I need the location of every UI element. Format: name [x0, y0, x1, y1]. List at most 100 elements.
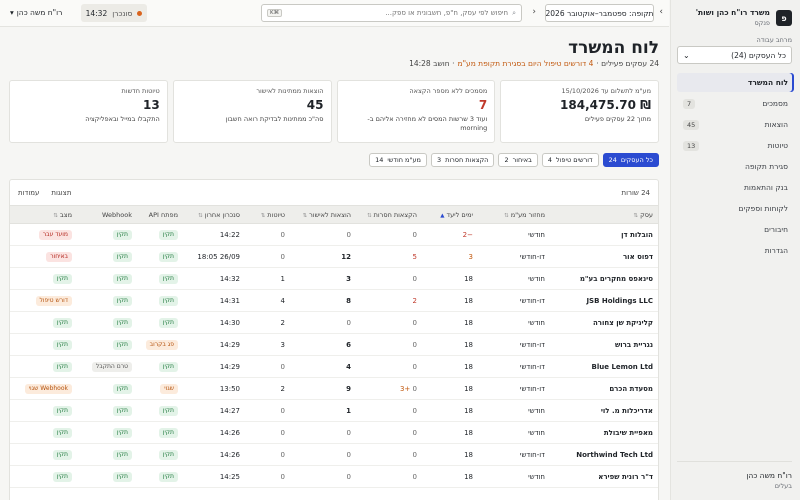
columns-button[interactable]: עמודות	[18, 189, 39, 197]
column-header-api-key[interactable]: מפתח API	[137, 205, 183, 224]
cell-business[interactable]: נגריית ברוש	[550, 333, 658, 356]
cell-status: תקין	[10, 465, 77, 488]
chip-label: מע"מ חודשי	[387, 156, 421, 164]
cell-webhook: תקין	[77, 333, 137, 356]
sidebar-item-period-close[interactable]: סגירת תקופה	[677, 157, 794, 176]
kpi-card-vat[interactable]: מע"מ לתשלום עד 15/10/2026 ₪ 184,475.70 מ…	[500, 80, 659, 143]
status-badge: Webhook שגוי	[24, 383, 72, 394]
cell-business[interactable]: סינאפס מחקרים בע"מ	[550, 267, 658, 290]
cell-business[interactable]: אדריכלות מ. לוי	[550, 399, 658, 422]
table-row[interactable]: Northwind Tech Ltd דו-חודשי 18 0 0 0 14:…	[10, 443, 658, 466]
chevron-right-icon[interactable]: ›	[659, 7, 663, 17]
status-badge: מועד עבר	[38, 229, 72, 240]
status-badge: תקין	[158, 273, 178, 284]
column-header-business[interactable]: עסק ⇅	[550, 205, 658, 224]
sidebar-item-connections[interactable]: חיבורים	[677, 220, 794, 239]
cell-missing-allocations: 5	[356, 245, 422, 268]
cell-expenses-pending: 4	[290, 355, 356, 378]
chip-count: 14	[375, 156, 384, 164]
cell-drafts: 0	[245, 223, 290, 246]
cell-missing-allocations: 2	[356, 289, 422, 312]
table-row[interactable]: ד"ר רונית שפירא חודשי 18 0 0 0 14:25 תקי…	[10, 465, 658, 488]
status-badge: תקין	[112, 405, 132, 416]
cell-business[interactable]: קליניקת שן צחורה	[550, 311, 658, 334]
table-row[interactable]: דפוס אור דו-חודשי 3 5 12 0 26/09 18:05 ת…	[10, 245, 658, 268]
column-header-status[interactable]: מצב ⇅	[10, 205, 77, 224]
cell-business[interactable]: JSB Holdings LLC	[550, 289, 658, 312]
cell-api-key: תקין	[137, 223, 183, 246]
column-header-missing-allocations[interactable]: הקצאות חסרות ⇅	[356, 205, 422, 224]
table-row[interactable]: סינאפס מחקרים בע"מ חודשי 18 0 3 1 14:32 …	[10, 267, 658, 290]
sidebar-item-drafts[interactable]: טיוטות 13	[677, 136, 794, 155]
user-profile[interactable]: רו"ח משה כהן בעלים	[677, 461, 792, 492]
column-header-expenses-pending[interactable]: הוצאות לאישור ⇅	[290, 205, 356, 224]
status-badge: תקין	[112, 449, 132, 460]
account-menu[interactable]: רו"ח משה כהן ▾	[10, 8, 62, 17]
table-header-row: עסק ⇅ מחזור מע"מ ⇅ ימים ליעד ▲ הקצאות חס…	[10, 205, 658, 224]
cell-business[interactable]: Blue Lemon Ltd	[550, 355, 658, 378]
kpi-card-missing-allocation[interactable]: מסמכים ללא מספר הקצאה 7 ועוד 3 שרשות המס…	[336, 80, 496, 143]
cell-days-to-due: 18	[422, 465, 478, 488]
sidebar-item-bank[interactable]: בנק והתאמות	[677, 178, 794, 197]
kpi-card-pending-expenses[interactable]: הוצאות ממתינות לאישור 45 סה"כ ממתינות לב…	[172, 80, 332, 143]
cell-status: Webhook שגוי	[10, 377, 77, 400]
kpi-value: 7	[478, 98, 488, 112]
search-input[interactable]	[286, 9, 509, 17]
chevron-down-icon: ▾	[10, 8, 14, 17]
sidebar-item-settings[interactable]: הגדרות	[677, 241, 794, 260]
cell-business[interactable]: מאפיית שיבולת	[550, 421, 658, 444]
column-header-webhook[interactable]: Webhook	[77, 205, 137, 224]
chevron-left-icon[interactable]: ‹	[532, 7, 536, 17]
period-selector[interactable]: תקופה: ספטמבר–אוקטובר 2026	[545, 4, 654, 22]
table-row[interactable]: קליניקת שן צחורה חודשי 18 0 0 2 14:30 תק…	[10, 311, 658, 334]
cell-business[interactable]: Northwind Tech Ltd	[550, 443, 658, 466]
cell-vat-cycle: דו-חודשי	[478, 377, 550, 400]
filter-chip-all[interactable]: כל העסקים 24	[602, 153, 659, 167]
filter-chip-late[interactable]: באיחור 2	[498, 153, 538, 167]
attention-warning[interactable]: 4 דורשים טיפול היום בסגירת תקופת מע"מ	[457, 59, 593, 68]
sidebar-item-documents[interactable]: מסמכים 7	[677, 94, 794, 113]
brand-name: משרד רו"ח כהן ושות'	[695, 8, 770, 17]
sidebar-item-expenses[interactable]: הוצאות 45	[677, 115, 794, 134]
views-button[interactable]: תצוגות	[51, 189, 71, 197]
cell-expenses-pending: 9	[290, 377, 356, 400]
column-header-last-sync[interactable]: סנכרון אחרון ⇅	[183, 205, 245, 224]
table-row[interactable]: הובלות דן חודשי −2 0 0 0 14:22 תקין תקין…	[10, 223, 658, 246]
table-row[interactable]: JSB Holdings LLC דו-חודשי 18 2 8 4 14:31…	[10, 289, 658, 312]
column-header-days-to-due[interactable]: ימים ליעד ▲	[422, 205, 478, 224]
cell-vat-cycle: חודשי	[478, 399, 550, 422]
cell-business[interactable]: ד"ר רונית שפירא	[550, 465, 658, 488]
table-row[interactable]: אדריכלות מ. לוי חודשי 18 0 1 0 14:27 תקי…	[10, 399, 658, 422]
kpi-value: 13	[143, 98, 160, 112]
cell-missing-allocations: 0 +3	[356, 377, 422, 400]
cell-webhook: תקין	[77, 311, 137, 334]
cell-business[interactable]: מסעדת הכרם	[550, 377, 658, 400]
cell-status: תקין	[10, 267, 77, 290]
filter-chip-attention[interactable]: דורשים טיפול 4	[541, 153, 599, 167]
brand[interactable]: פ משרד רו"ח כהן ושות' פנקס	[677, 8, 792, 28]
table-row[interactable]: מסעדת הכרם דו-חודשי 18 0 +3 9 2 13:50 שג…	[10, 377, 658, 400]
column-header-vat-cycle[interactable]: מחזור מע"מ ⇅	[478, 205, 550, 224]
status-badge: תקין	[52, 471, 72, 482]
sync-status[interactable]: סונכרן 14:32	[81, 4, 147, 22]
cell-last-sync: 14:32	[183, 267, 245, 290]
status-badge: תקין	[112, 273, 132, 284]
filter-chip-missing-allocations[interactable]: הקצאות חסרות 3	[430, 153, 495, 167]
filter-chip-monthly-vat[interactable]: מע"מ חודשי 14	[369, 153, 427, 167]
sidebar-item-label: טיוטות	[767, 141, 788, 150]
cell-drafts: 2	[245, 377, 290, 400]
column-header-drafts[interactable]: טיוטות ⇅	[245, 205, 290, 224]
cell-expenses-pending: 0	[290, 465, 356, 488]
cell-business[interactable]: הובלות דן	[550, 223, 658, 246]
sidebar-item-dashboard[interactable]: לוח המשרד	[677, 73, 794, 92]
sync-status-label: סונכרן	[112, 8, 133, 18]
kpi-card-new-drafts[interactable]: טיוטות חדשות 13 התקבלו במייל ובאפליקציה	[9, 80, 168, 143]
cell-drafts: 1	[245, 267, 290, 290]
sidebar-item-contacts[interactable]: לקוחות וספקים	[677, 199, 794, 218]
table-row[interactable]: נגריית ברוש דו-חודשי 18 0 6 3 14:29 פג ב…	[10, 333, 658, 356]
businesses-table-card: 24 שורות תצוגות עמודות עסק ⇅ מחזור מע"מ …	[9, 179, 659, 500]
workspace-select[interactable]: כל העסקים (24) ⌄	[677, 46, 792, 64]
table-row[interactable]: Blue Lemon Ltd דו-חודשי 18 0 4 0 14:29 ת…	[10, 355, 658, 378]
table-row[interactable]: מאפיית שיבולת חודשי 18 0 0 0 14:26 תקין …	[10, 421, 658, 444]
cell-business[interactable]: דפוס אור	[550, 245, 658, 268]
